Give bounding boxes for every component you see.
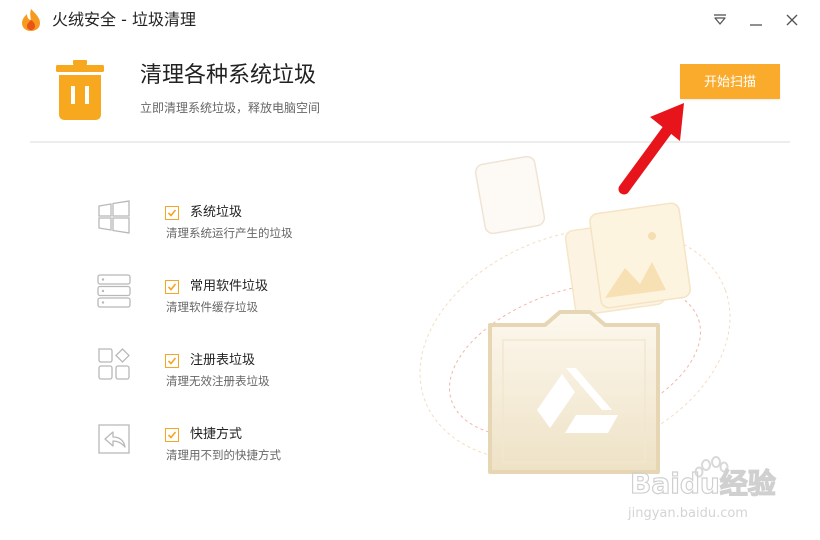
checkmark-icon [167, 283, 177, 291]
item-description: 清理软件缓存垃圾 [166, 300, 258, 314]
menu-dropdown-button[interactable] [710, 10, 730, 30]
item-label: 系统垃圾 [190, 205, 243, 220]
registry-grid-icon [98, 348, 130, 380]
windows-icon [98, 200, 130, 234]
watermark-url: jingyan.baidu.com [627, 506, 748, 521]
checkmark-icon [167, 431, 177, 439]
list-item-system-junk[interactable]: 系统垃圾 清理系统运行产生的垃圾 [95, 200, 355, 247]
item-label: 常用软件垃圾 [190, 279, 269, 294]
list-item-registry-junk[interactable]: 注册表垃圾 清理无效注册表垃圾 [95, 348, 355, 395]
page-title: 清理各种系统垃圾 [140, 63, 317, 88]
item-label: 快捷方式 [190, 427, 243, 442]
close-icon [786, 14, 798, 26]
list-item-shortcuts[interactable]: 快捷方式 清理用不到的快捷方式 [95, 424, 355, 469]
minimize-button[interactable] [746, 10, 766, 30]
item-label: 注册表垃圾 [190, 353, 256, 368]
title-bar: 火绒安全 - 垃圾清理 [0, 0, 820, 40]
system-junk-checkbox[interactable] [165, 206, 179, 220]
watermark-brand: Baidu经验 [630, 467, 776, 500]
software-junk-checkbox[interactable] [165, 280, 179, 294]
shortcut-icon [98, 424, 130, 454]
start-scan-button[interactable]: 开始扫描 [680, 64, 780, 99]
minimize-icon [750, 24, 762, 26]
checkmark-icon [167, 209, 177, 217]
window-title: 火绒安全 - 垃圾清理 [52, 10, 196, 29]
huorong-logo-icon [22, 9, 40, 31]
registry-junk-checkbox[interactable] [165, 354, 179, 368]
checkmark-icon [167, 357, 177, 365]
item-description: 清理系统运行产生的垃圾 [166, 226, 293, 240]
shortcuts-checkbox[interactable] [165, 428, 179, 442]
item-description: 清理用不到的快捷方式 [166, 448, 281, 462]
page-subtitle: 立即清理系统垃圾，释放电脑空间 [140, 101, 321, 115]
list-item-software-junk[interactable]: 常用软件垃圾 清理软件缓存垃圾 [95, 274, 355, 321]
close-button[interactable] [782, 10, 802, 30]
baidu-watermark: Baidu经验 jingyan.baidu.com [627, 456, 776, 521]
trash-bin-icon [56, 60, 104, 120]
item-description: 清理无效注册表垃圾 [166, 374, 270, 388]
server-stack-icon [97, 274, 131, 308]
dropdown-menu-icon [714, 14, 726, 25]
